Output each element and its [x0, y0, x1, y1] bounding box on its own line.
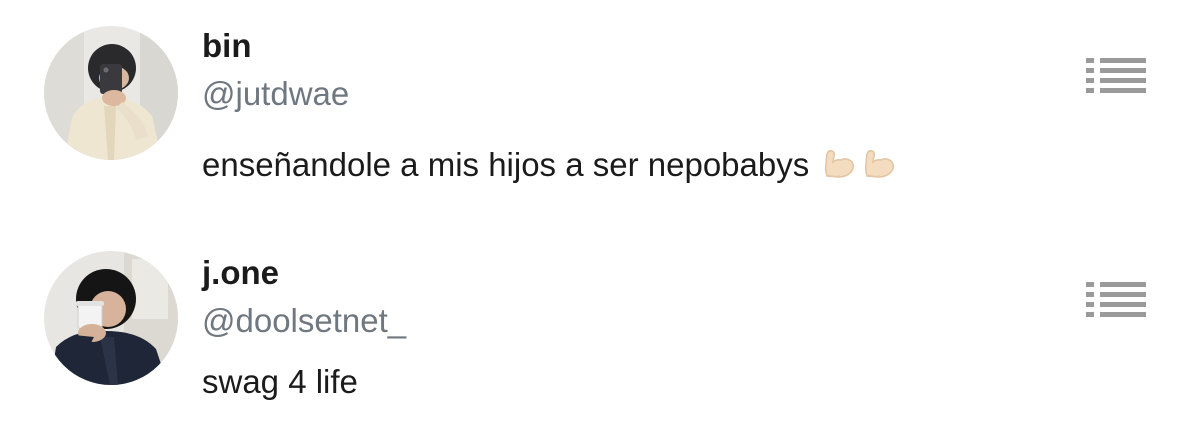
profile-photo-drinking-cup-icon [44, 251, 178, 385]
avatar[interactable] [44, 26, 178, 160]
flexed-biceps-icon [822, 148, 856, 188]
user-handle[interactable]: @doolsetnet_ [202, 302, 406, 340]
post-text-content: swag 4 life [202, 363, 358, 400]
profile-photo-mirror-selfie-icon [44, 26, 178, 160]
post-text-content: enseñandole a mis hijos a ser nepobabys [202, 146, 810, 183]
display-name[interactable]: bin [202, 27, 251, 65]
list-menu-icon[interactable] [1086, 280, 1146, 320]
flexed-biceps-icon [862, 148, 896, 188]
avatar[interactable] [44, 251, 178, 385]
post-text: swag 4 life [202, 363, 358, 401]
user-handle[interactable]: @jutdwae [202, 75, 349, 113]
post-bin: bin @jutdwae enseñandole a mis hijos a s… [0, 0, 1200, 216]
post-text: enseñandole a mis hijos a ser nepobabys [202, 146, 896, 188]
display-name[interactable]: j.one [202, 254, 279, 292]
list-menu-icon[interactable] [1086, 56, 1146, 96]
post-jone: j.one @doolsetnet_ swag 4 life [0, 216, 1200, 432]
